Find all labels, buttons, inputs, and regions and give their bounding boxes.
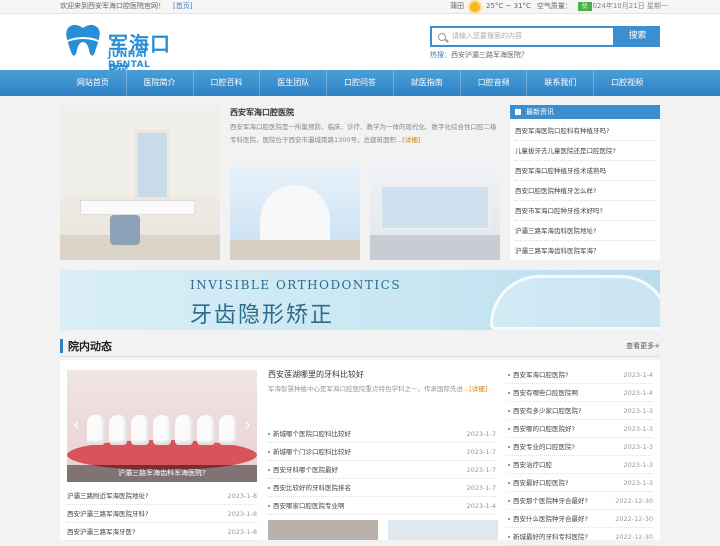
- news-list-b: 新城哪个医院口腔科比较好 2023-1-7 新城哪个门诊口腔科比较好 2023-1-…: [268, 425, 496, 515]
- temperature: 25°C ~ 31°C: [486, 2, 531, 10]
- list-item[interactable]: 西安哪家口腔医院专业啊 2023-1-4: [268, 497, 496, 515]
- news-list-c: 西安军海口腔医院? 2023-1-4 西安有哪些口腔医院啊 2023-1-4 西安有…: [508, 366, 653, 546]
- nav-home[interactable]: 网站首页: [60, 70, 127, 96]
- list-item[interactable]: 新城哪个门诊口腔科比较好 2023-1-7: [268, 443, 496, 461]
- list-item[interactable]: 西安沪灞三路军海牙医? 2023-1-8: [67, 523, 257, 541]
- list-item[interactable]: 西安比较好的牙科医院排名 2023-1-7: [268, 479, 496, 497]
- feature-more-link[interactable]: ...[详细]: [463, 385, 487, 393]
- nav-qa[interactable]: 口腔问答: [327, 70, 394, 96]
- date-text: 2024年10月21日 星期一: [588, 2, 668, 10]
- slide-caption: 沪灞三路军海齿科军海医院?: [67, 465, 257, 482]
- top-bar: 欢迎来到西安军海口腔医院官网！ [首页] 蒲田 25°C ~ 31°C 空气质量：…: [0, 0, 720, 14]
- news-list-a: 沪灞三路附近军海医院地址? 2023-1-8 西安沪灞三路军海医院牙科? 2023-…: [67, 487, 257, 541]
- list-item[interactable]: 西安什么医院种牙合最好? 2022-12-30: [508, 510, 653, 528]
- list-item[interactable]: 西安哪的口腔医院好? 2023-1-3: [508, 420, 653, 438]
- list-item[interactable]: 西安那个医院种牙合最好? 2022-12-30: [508, 492, 653, 510]
- city-label: 蒲田: [450, 2, 464, 10]
- nav-encyclopedia[interactable]: 口腔百科: [194, 70, 261, 96]
- main-nav: 网站首页 医院简介 口腔百科 医生团队 口腔问答 就医指南 口腔音频 联系我们 …: [0, 70, 720, 96]
- chevron-right-icon[interactable]: ›: [245, 415, 251, 434]
- news-item[interactable]: 西安军海医院口腔科有种植牙吗?: [515, 121, 655, 141]
- hot-search-link[interactable]: 西安沪灞三路军海医院？: [451, 51, 528, 59]
- header: 军海口腔 JUNHAI DENTAL 请输入您要搜索的内容 搜索 热搜：西安沪灞…: [0, 14, 720, 85]
- intro-text: 西安军海口腔医院是一所集预防、临床、诊疗、教学为一体的现代化、数字化综合性口腔二…: [230, 123, 497, 144]
- list-item[interactable]: 西安沪灞三路军海医院牙科? 2023-1-8: [67, 505, 257, 523]
- list-item[interactable]: 西安有哪些口腔医院啊 2023-1-4: [508, 384, 653, 402]
- banner-en-text: INVISIBLE ORTHODONTICS: [190, 278, 402, 292]
- news-item[interactable]: 西安口腔医院种植牙怎么样?: [515, 181, 655, 201]
- news-item[interactable]: 西安市军海口腔种牙技术好吗?: [515, 201, 655, 221]
- logo[interactable]: 军海口腔 JUNHAI DENTAL: [60, 22, 190, 85]
- chevron-left-icon[interactable]: ‹: [73, 415, 79, 434]
- search-box: 请输入您要搜索的内容 搜索: [430, 26, 660, 47]
- logo-en-text: JUNHAI DENTAL: [108, 50, 151, 70]
- welcome-text: 欢迎来到西安军海口腔医院官网！ [首页]: [60, 2, 193, 10]
- latest-news-box: 最新资讯 西安军海医院口腔科有种植牙吗? 儿童拔牙去儿童医院还是口腔医院? 西安…: [510, 105, 660, 260]
- list-item[interactable]: 西安专业的口腔医院? 2023-1-3: [508, 438, 653, 456]
- nav-audio[interactable]: 口腔音频: [461, 70, 528, 96]
- latest-news-title: 最新资讯: [510, 105, 660, 119]
- list-item[interactable]: 沪灞三路附近军海医院地址? 2023-1-8: [67, 487, 257, 505]
- nav-contact[interactable]: 联系我们: [527, 70, 595, 96]
- feature-title[interactable]: 西安莲湖哪里的牙科比较好: [268, 369, 364, 380]
- section-more-link[interactable]: 查看更多+: [626, 341, 660, 351]
- hallway-image[interactable]: [370, 165, 500, 260]
- article-thumbnail[interactable]: [268, 520, 378, 540]
- home-link[interactable]: [首页]: [173, 2, 192, 10]
- article-thumbnail[interactable]: [388, 520, 498, 540]
- feature-text: 军海智慧种植中心是军海口腔医院重点特色学科之一，传承国际先进...[详细]: [268, 385, 488, 393]
- orthodontics-banner[interactable]: INVISIBLE ORTHODONTICS 牙齿隐形矫正: [60, 270, 660, 330]
- weather-widget: 蒲田 25°C ~ 31°C 空气质量： 优: [450, 0, 592, 13]
- nav-about[interactable]: 医院简介: [127, 70, 194, 96]
- news-item[interactable]: 儿童拔牙去儿童医院还是口腔医院?: [515, 141, 655, 161]
- intro-more-link[interactable]: ...[详细]: [396, 136, 420, 144]
- banner-cn-text: 牙齿隐形矫正: [190, 303, 335, 328]
- kids-area-image[interactable]: [230, 165, 360, 260]
- list-item[interactable]: 西安最好口腔医院? 2023-1-3: [508, 474, 653, 492]
- nav-guide[interactable]: 就医指南: [394, 70, 461, 96]
- news-item[interactable]: 西安军海口腔种植牙技术成熟吗: [515, 161, 655, 181]
- teeth-slideshow[interactable]: ‹ › 沪灞三路军海齿科军海医院?: [67, 370, 257, 482]
- nav-video[interactable]: 口腔视频: [594, 70, 660, 96]
- section-title: 院内动态: [68, 340, 112, 353]
- search-input[interactable]: 请输入您要搜索的内容: [430, 26, 615, 47]
- air-quality-label: 空气质量：: [536, 2, 572, 10]
- news-item[interactable]: 沪灞三路军海齿科医院地址?: [515, 221, 655, 241]
- search-icon: [438, 33, 446, 41]
- list-item[interactable]: 西安有多少家口腔医院? 2023-1-3: [508, 402, 653, 420]
- list-item[interactable]: 新城哪个医院口腔科比较好 2023-1-7: [268, 425, 496, 443]
- nav-doctors[interactable]: 医生团队: [260, 70, 328, 96]
- list-item[interactable]: 新城最好的牙科专科医院? 2022-12-30: [508, 528, 653, 546]
- sun-icon: [470, 1, 480, 12]
- clinic-room-image[interactable]: [60, 105, 220, 260]
- hot-search: 热搜：西安沪灞三路军海医院？: [430, 51, 528, 59]
- section-header: 院内动态 查看更多+: [60, 337, 660, 357]
- list-item[interactable]: 西安军海口腔医院? 2023-1-4: [508, 366, 653, 384]
- news-item[interactable]: 沪灞三路军海齿科医院军海？: [515, 241, 655, 261]
- tooth-logo-icon: [61, 24, 105, 56]
- search-button[interactable]: 搜索: [615, 26, 660, 47]
- list-item[interactable]: 西安牙科哪个医院最好 2023-1-7: [268, 461, 496, 479]
- aligner-image: [490, 275, 660, 330]
- list-item[interactable]: 西安治疗口腔 2023-1-3: [508, 456, 653, 474]
- intro-title[interactable]: 西安军海口腔医院: [230, 107, 294, 118]
